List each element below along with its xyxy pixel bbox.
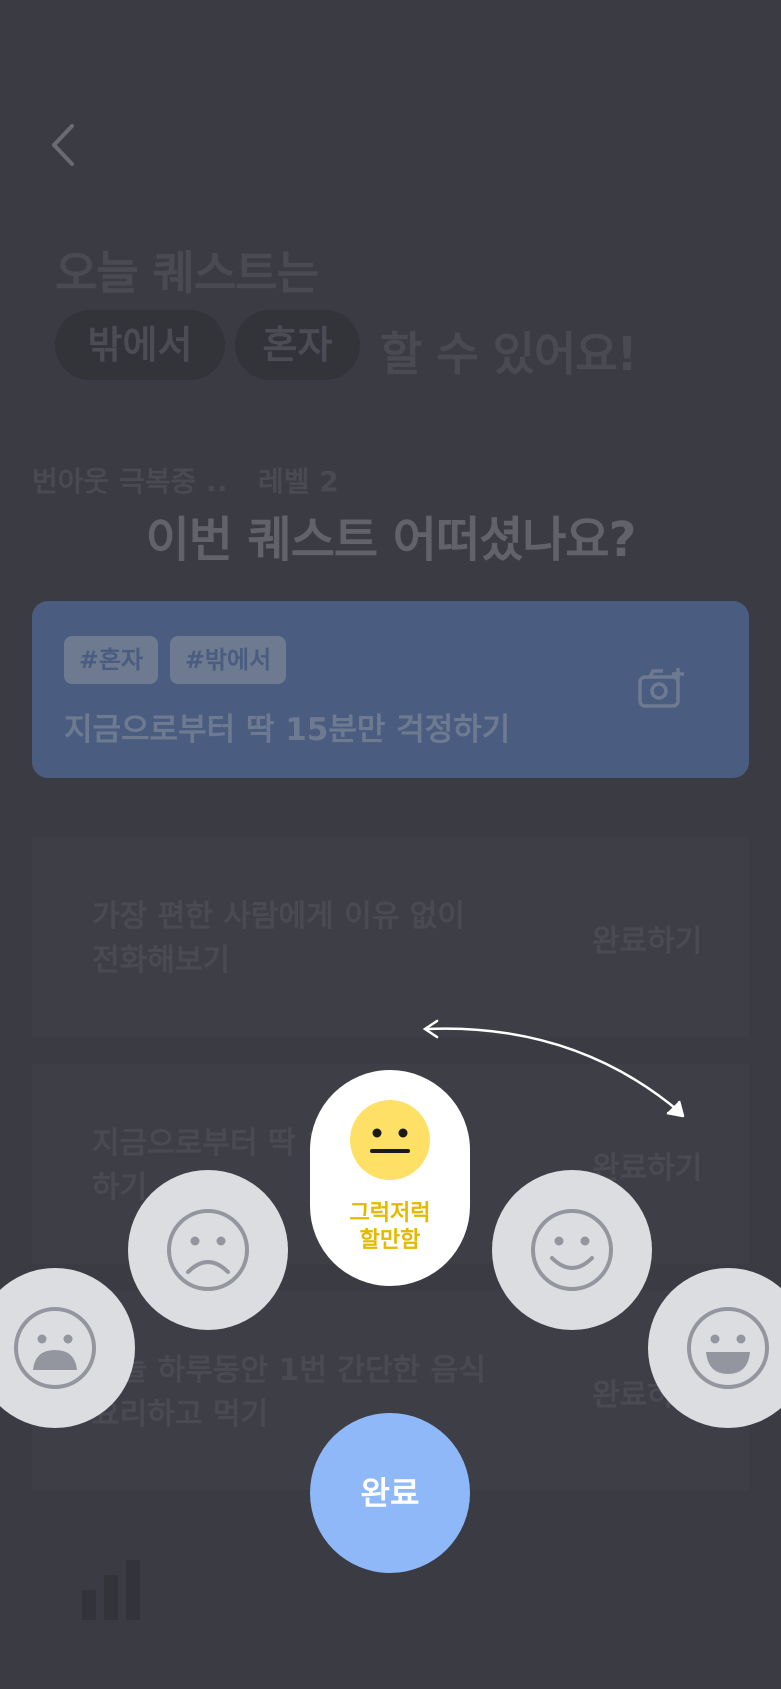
quest-item-text: 가장 편한 사람에게 이유 없이 전화해보기	[92, 899, 465, 978]
back-button[interactable]	[44, 120, 84, 170]
current-quest-title: 지금으로부터 딱 15분만 걱정하기	[64, 712, 511, 748]
chevron-left-icon	[52, 124, 74, 166]
quest-item-text: 오늘 하루동안 1번 간단한 음식 요리하고 먹기	[92, 1353, 486, 1432]
grin-icon	[687, 1307, 769, 1389]
emotion-bad-button[interactable]	[128, 1170, 288, 1330]
chip-alone: 혼자	[235, 310, 360, 380]
dialog-question: 이번 퀘스트 어떠셨나요?	[145, 512, 637, 568]
emotion-good-button[interactable]	[492, 1170, 652, 1330]
done-button[interactable]: 완료	[310, 1413, 470, 1573]
tag-alone: #혼자	[64, 636, 158, 684]
frown-icon	[167, 1209, 249, 1291]
frown-open-icon	[14, 1307, 96, 1389]
hero-subtitle: 할 수 있어요!	[380, 327, 638, 381]
selected-emotion-label: 그럭저럭 할만함	[349, 1201, 431, 1253]
tag-outside: #밖에서	[170, 636, 286, 684]
emotion-neutral-button[interactable]: 그럭저럭 할만함	[310, 1070, 470, 1286]
bar-chart-icon	[82, 1560, 140, 1620]
smile-icon	[531, 1209, 613, 1291]
camera-plus-icon[interactable]	[638, 668, 686, 708]
chip-outside: 밖에서	[55, 310, 225, 380]
neutral-face-icon	[350, 1100, 430, 1180]
hero-title: 오늘 퀘스트는	[55, 246, 319, 300]
quest-complete-button: 완료하기	[592, 924, 703, 959]
status-label: 번아웃 극복중 ..	[32, 465, 228, 498]
level-label: 레벨 2	[258, 465, 339, 498]
